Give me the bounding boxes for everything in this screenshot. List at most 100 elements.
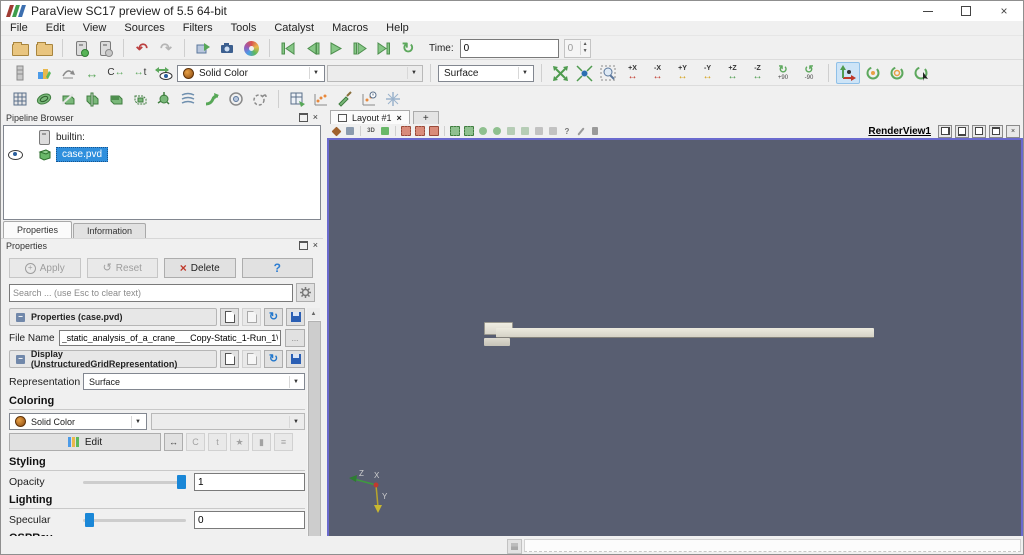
select-polygon-cells-button[interactable] — [477, 125, 489, 137]
spin-down-icon[interactable]: ▼ — [581, 48, 590, 55]
opacity-slider-handle[interactable] — [177, 475, 186, 489]
color-array-combo[interactable]: Solid Color ▼ — [177, 64, 325, 82]
render-view-canvas[interactable]: Z X Y — [327, 138, 1023, 538]
select-frustum-cells-button[interactable] — [449, 125, 461, 137]
slice-filter-button[interactable] — [81, 89, 103, 109]
extract-subset-filter-button[interactable] — [129, 89, 151, 109]
show-legend-button[interactable]: ▮ — [252, 433, 271, 451]
copy-properties-button[interactable] — [220, 308, 239, 326]
scroll-up-button[interactable]: ▲ — [307, 308, 320, 320]
reset-button[interactable]: ↺ Reset — [86, 258, 158, 278]
probe-location-button[interactable] — [334, 89, 356, 109]
spreadsheet-view-button[interactable] — [286, 89, 308, 109]
edit-color-button[interactable]: Edit — [9, 433, 161, 451]
view-capture-button[interactable] — [344, 125, 356, 137]
reload-properties-button[interactable]: ↻ — [264, 308, 283, 326]
selection-help-button[interactable]: ? — [561, 125, 573, 137]
interactive-select-points-button[interactable] — [519, 125, 531, 137]
representation-combo[interactable]: Surface ▼ — [438, 64, 534, 82]
connect-server-button[interactable] — [70, 38, 92, 58]
apply-button[interactable]: + Apply — [9, 258, 81, 278]
rescale-temporal-color-button[interactable]: t — [208, 433, 227, 451]
close-view-button[interactable]: × — [1006, 124, 1020, 138]
interactive-select-cells-button[interactable] — [505, 125, 517, 137]
minimize-button[interactable] — [909, 1, 947, 21]
set-view-plus-y-button[interactable]: +Y ↔ — [671, 63, 694, 84]
close-panel-icon[interactable]: × — [313, 241, 318, 250]
visibility-eye-icon[interactable] — [7, 149, 23, 160]
close-button[interactable]: × — [985, 1, 1023, 21]
rescale-custom-range-button[interactable]: C ↔ — [105, 63, 127, 83]
save-state-button[interactable] — [33, 38, 55, 58]
zoom-to-data-button[interactable] — [573, 63, 595, 83]
zoom-to-box-button[interactable] — [597, 63, 619, 83]
menu-macros[interactable]: Macros — [323, 22, 377, 34]
capture-screenshot-button[interactable] — [216, 38, 238, 58]
file-name-input[interactable] — [58, 330, 281, 346]
plot-selection-over-time-button[interactable] — [358, 89, 380, 109]
layout-tab[interactable]: Layout #1 × — [330, 110, 410, 124]
menu-edit[interactable]: Edit — [37, 22, 74, 34]
undo-button[interactable]: ↶ — [131, 38, 153, 58]
specular-slider-handle[interactable] — [85, 513, 94, 527]
close-panel-icon[interactable]: × — [313, 113, 318, 122]
previous-frame-button[interactable] — [301, 38, 323, 58]
section-display-button[interactable]: − Display (UnstructuredGridRepresentatio… — [9, 349, 217, 369]
properties-scrollbar[interactable]: ▲ ▼ — [307, 308, 321, 554]
tab-properties[interactable]: Properties — [3, 221, 73, 238]
coloring-array-select[interactable]: Solid Color ▼ — [9, 413, 147, 430]
paste-display-button[interactable] — [242, 350, 261, 368]
reset-camera-button[interactable] — [549, 63, 571, 83]
search-options-button[interactable] — [296, 283, 315, 302]
set-view-plus-x-button[interactable]: +X ↔ — [621, 63, 644, 84]
set-view-plus-z-button[interactable]: +Z ↔ — [721, 63, 744, 84]
contour-filter-button[interactable] — [33, 89, 55, 109]
split-horizontal-button[interactable] — [938, 124, 952, 138]
hover-cells-button[interactable] — [533, 125, 545, 137]
menu-view[interactable]: View — [74, 22, 116, 34]
hover-points-button[interactable] — [547, 125, 559, 137]
split-vertical-button[interactable] — [955, 124, 969, 138]
pipeline-item-builtin[interactable]: builtin: — [4, 129, 320, 146]
save-display-defaults-button[interactable] — [286, 350, 305, 368]
threshold-filter-button[interactable] — [105, 89, 127, 109]
rescale-visible-range-button[interactable] — [153, 63, 175, 83]
rescale-range-button[interactable]: ↔ — [81, 63, 103, 83]
new-layout-tab-button[interactable]: + — [412, 111, 439, 124]
tab-information[interactable]: Information — [73, 223, 147, 238]
rotate-90-cw-button[interactable]: ↻ +90 — [771, 63, 795, 84]
toggle-3d-button[interactable]: 3D — [365, 125, 377, 137]
warp-by-vector-filter-button[interactable] — [201, 89, 223, 109]
next-frame-button[interactable] — [349, 38, 371, 58]
select-block-button[interactable] — [428, 125, 440, 137]
toggle-color-legend-button[interactable] — [9, 63, 31, 83]
color-advanced-button[interactable]: ≡ — [274, 433, 293, 451]
undock-view-button[interactable] — [989, 124, 1003, 138]
open-file-button[interactable] — [9, 38, 31, 58]
histogram-button[interactable] — [382, 89, 404, 109]
spin-up-icon[interactable]: ▲ — [581, 41, 590, 48]
rescale-custom-color-button[interactable]: C — [186, 433, 205, 451]
set-view-minus-x-button[interactable]: -X ↔ — [646, 63, 669, 84]
specular-input[interactable] — [194, 511, 305, 529]
menu-tools[interactable]: Tools — [222, 22, 266, 34]
toggle-orientation-axes-button[interactable] — [379, 125, 391, 137]
opacity-slider[interactable] — [83, 475, 186, 489]
set-view-minus-y-button[interactable]: -Y ↔ — [696, 63, 719, 84]
undock-panel-icon[interactable] — [298, 113, 308, 122]
help-button[interactable]: ? — [241, 258, 313, 278]
group-datasets-filter-button[interactable] — [225, 89, 247, 109]
spinner-arrows[interactable]: ▲ ▼ — [579, 41, 590, 55]
menu-file[interactable]: File — [1, 22, 37, 34]
save-defaults-button[interactable] — [286, 308, 305, 326]
case-pvd-label[interactable]: case.pvd — [56, 147, 109, 162]
loop-button[interactable]: ↻ — [397, 38, 419, 58]
edit-color-map-button[interactable] — [33, 63, 55, 83]
stream-tracer-filter-button[interactable] — [177, 89, 199, 109]
menu-help[interactable]: Help — [377, 22, 418, 34]
delete-button[interactable]: × Delete — [164, 258, 236, 278]
clip-filter-button[interactable] — [57, 89, 79, 109]
select-frustum-points-button[interactable] — [463, 125, 475, 137]
maximize-view-button[interactable] — [972, 124, 986, 138]
copy-display-button[interactable] — [220, 350, 239, 368]
